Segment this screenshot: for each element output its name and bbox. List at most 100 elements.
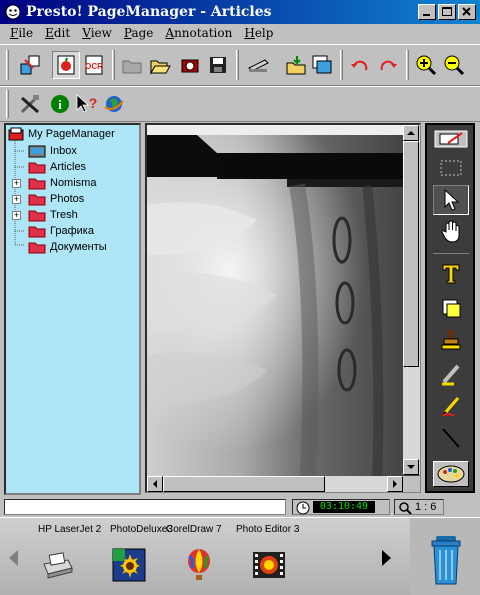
menu-file[interactable]: File (10, 26, 33, 40)
palette-header-button[interactable] (433, 127, 469, 151)
color-palette-button[interactable] (433, 461, 469, 487)
tree-item-dokumenty[interactable]: Документы (28, 239, 107, 255)
tree-item-label: Nomisma (50, 177, 97, 189)
arrow-cursor-icon (444, 188, 460, 211)
launcher-printer[interactable] (40, 548, 74, 582)
view-page-button[interactable] (52, 51, 80, 79)
menu-bar: File Edit View Page Annotation Help (0, 24, 480, 42)
rotate-right-icon (380, 60, 397, 71)
sticky-note-icon (442, 299, 461, 318)
context-help-button[interactable]: ? (72, 90, 100, 118)
ocr-icon: OCR (85, 55, 103, 75)
info-icon: i (51, 95, 69, 113)
menu-help[interactable]: Help (244, 26, 273, 40)
svg-text:?: ? (89, 95, 98, 111)
launcher-scroll-right-icon[interactable] (380, 548, 394, 568)
launcher-label: HP LaserJet 2 (38, 524, 102, 535)
help-cursor-icon: ? (76, 94, 98, 113)
marquee-icon (440, 160, 462, 176)
tree-root[interactable]: My PageManager (8, 126, 115, 142)
line-tool[interactable] (433, 423, 469, 453)
rotate-right-button[interactable] (374, 51, 402, 79)
launcher-photo-editor[interactable] (252, 548, 286, 582)
zoom-in-button[interactable] (412, 51, 440, 79)
scroll-right-button[interactable] (387, 476, 403, 492)
acquire-button[interactable] (16, 51, 44, 79)
save-button[interactable] (204, 51, 232, 79)
zoom-in-icon (416, 55, 437, 76)
web-button[interactable] (100, 90, 128, 118)
text-tool[interactable] (433, 259, 469, 289)
svg-text:i: i (58, 97, 62, 112)
page-viewer[interactable] (145, 123, 421, 493)
tools-button[interactable] (16, 90, 44, 118)
hand-tool[interactable] (433, 217, 469, 247)
new-folder-button[interactable] (118, 51, 146, 79)
zoom-panel[interactable]: 1 : 6 (394, 499, 444, 515)
expand-photos-toggle[interactable]: + (12, 195, 21, 204)
scroll-up-button[interactable] (403, 125, 419, 141)
info-button[interactable]: i (46, 90, 74, 118)
vertical-scrollbar[interactable] (403, 125, 420, 475)
zoom-out-button[interactable] (440, 51, 468, 79)
expand-nomisma-toggle[interactable]: + (12, 179, 21, 188)
ocr-button[interactable]: OCR (80, 51, 108, 79)
close-button[interactable] (458, 4, 476, 20)
recycle-bin[interactable] (426, 532, 466, 588)
tree-item-articles[interactable]: Articles (28, 159, 86, 175)
scroll-left-button[interactable] (147, 476, 163, 492)
balloon-icon (188, 549, 210, 580)
menu-edit[interactable]: Edit (45, 26, 70, 40)
scanner-button[interactable] (244, 51, 272, 79)
tree-item-nomisma[interactable]: Nomisma (28, 175, 96, 191)
tree-item-photos[interactable]: Photos (28, 191, 84, 207)
tree-item-grafika[interactable]: Графика (28, 223, 94, 239)
stamp-tool[interactable] (433, 325, 469, 355)
horizontal-scrollbar[interactable] (147, 476, 403, 492)
rotate-left-button[interactable] (346, 51, 374, 79)
pointer-tool[interactable] (433, 185, 469, 215)
select-area-tool[interactable] (433, 153, 469, 183)
toolbar-separator (340, 50, 343, 80)
tree-item-inbox[interactable]: Inbox (28, 143, 77, 159)
scan-button[interactable] (176, 51, 204, 79)
maximize-button[interactable] (438, 4, 456, 20)
tree-item-label: Tresh (50, 209, 78, 221)
folder-tree[interactable]: My PageManager Inbox Articles + Nomisma … (4, 123, 141, 495)
app-logo-icon[interactable] (4, 3, 22, 21)
scroll-down-button[interactable] (403, 459, 419, 475)
horizontal-scroll-thumb[interactable] (163, 476, 325, 492)
vertical-scroll-thumb[interactable] (403, 141, 419, 367)
pen-tool[interactable] (433, 391, 469, 421)
copy-image-button[interactable] (308, 51, 336, 79)
launcher-label: Photo Editor 3 (236, 524, 300, 535)
highlighter-tool[interactable] (433, 359, 469, 389)
zoom-ratio: 1 : 6 (415, 501, 437, 513)
folder-icon (122, 60, 142, 74)
expand-tresh-toggle[interactable]: + (12, 211, 21, 220)
folder-icon (28, 194, 46, 206)
export-button[interactable] (282, 51, 310, 79)
tree-item-tresh[interactable]: Tresh (28, 207, 78, 223)
note-tool[interactable] (433, 293, 469, 323)
hand-icon (441, 220, 460, 243)
folder-export-icon (286, 56, 306, 75)
menu-page[interactable]: Page (124, 26, 153, 40)
launcher-scroll-left-icon[interactable] (6, 548, 20, 568)
window-title: Presto! PageManager - Articles (26, 4, 272, 20)
launcher-coreldraw[interactable] (182, 548, 216, 582)
minimize-button[interactable] (418, 4, 436, 20)
menu-annotation[interactable]: Annotation (165, 26, 232, 40)
tree-item-label: Графика (50, 225, 94, 237)
images-icon (312, 55, 332, 74)
toolbar-grip[interactable] (6, 50, 9, 80)
title-bar: Presto! PageManager - Articles (0, 0, 480, 24)
launcher-photodeluxe[interactable] (112, 548, 146, 582)
menu-view[interactable]: View (82, 26, 112, 40)
toolbar-grip[interactable] (6, 90, 9, 118)
toolbar-separator (406, 50, 409, 80)
open-button[interactable] (146, 51, 174, 79)
tree-root-label: My PageManager (28, 128, 115, 140)
line-icon (442, 428, 460, 448)
clock-icon (296, 501, 310, 515)
